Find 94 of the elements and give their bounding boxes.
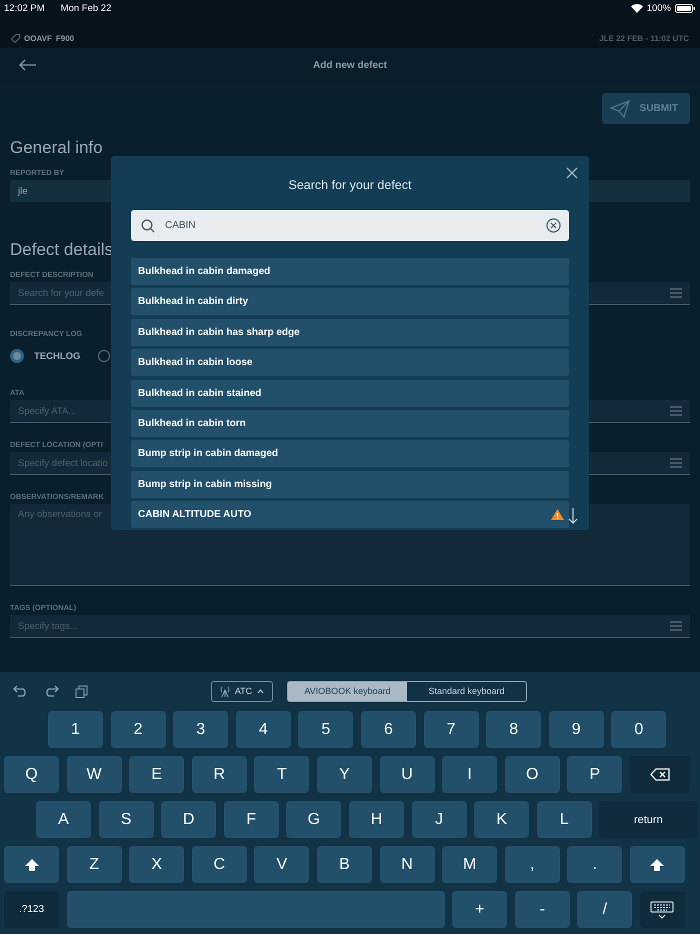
keyboard-key[interactable]: C: [192, 846, 247, 883]
keyboard-key[interactable]: Y: [316, 756, 372, 793]
shift-key[interactable]: [4, 846, 59, 883]
antenna-icon: [220, 686, 230, 696]
keyboard-key[interactable]: 8: [486, 711, 542, 748]
search-result[interactable]: CABIN ALTITUDE AUTO: [131, 501, 569, 528]
keyboard-key[interactable]: D: [161, 801, 216, 838]
keyboard-key[interactable]: 3: [173, 711, 228, 748]
shift-arrow-icon: [649, 858, 666, 872]
status-time: 12:02 PM: [4, 2, 45, 14]
keyboard-key[interactable]: F: [224, 801, 279, 838]
battery-icon: [675, 4, 695, 12]
status-date: Mon Feb 22: [60, 2, 112, 14]
search-field[interactable]: CABIN: [131, 210, 569, 241]
search-result[interactable]: Bulkhead in cabin dirty: [131, 288, 569, 316]
keyboard-key[interactable]: W: [66, 756, 122, 793]
backspace-icon: [650, 768, 670, 781]
menu-icon[interactable]: [670, 621, 682, 631]
keyboard-key[interactable]: K: [474, 801, 530, 838]
caret-icon: [257, 688, 264, 694]
keyboard-key[interactable]: 6: [360, 711, 416, 748]
keyboard-tab[interactable]: AVIOBOOK keyboard: [288, 682, 407, 700]
keyboard-key[interactable]: B: [316, 846, 372, 883]
flight-info: JLE 22 FEB - 11:02 UTC: [599, 34, 689, 42]
aircraft-type: F900: [56, 34, 74, 42]
backspace-key[interactable]: [630, 756, 690, 793]
keyboard-key[interactable]: 2: [110, 711, 166, 748]
section-heading: General info: [10, 138, 103, 158]
keyboard-tab[interactable]: Standard keyboard: [407, 682, 526, 700]
search-result[interactable]: Bulkhead in cabin torn: [131, 410, 569, 437]
keyboard-key[interactable]: Q: [4, 756, 59, 793]
keyboard-key[interactable]: X: [129, 846, 184, 883]
keyboard-key[interactable]: H: [348, 801, 404, 838]
keyboard-key[interactable]: S: [98, 801, 154, 838]
keyboard-key[interactable]: .: [567, 846, 622, 883]
keyboard-key[interactable]: 4: [236, 711, 291, 748]
clear-icon[interactable]: [546, 218, 561, 233]
back-arrow-icon[interactable]: [19, 59, 37, 71]
numbers-key[interactable]: .?123: [4, 891, 59, 928]
keyboard-key[interactable]: ,: [504, 846, 560, 883]
close-icon[interactable]: [566, 167, 578, 179]
atc-dropdown[interactable]: ATC: [211, 680, 273, 702]
keyboard-key[interactable]: 1: [48, 711, 103, 748]
clipboard-icon[interactable]: [75, 684, 88, 698]
keyboard-key[interactable]: N: [380, 846, 435, 883]
wifi-icon: [630, 4, 643, 12]
section-heading: Defect details: [10, 240, 113, 260]
search-result[interactable]: Bump strip in cabin damaged: [131, 440, 569, 468]
menu-icon[interactable]: [670, 406, 682, 416]
search-result[interactable]: Bulkhead in cabin has sharp edge: [131, 318, 569, 346]
dialog-title: Search for your defect: [288, 178, 412, 192]
aircraft-registration: OOAVF: [24, 34, 52, 42]
hide-keyboard-key[interactable]: [640, 891, 685, 928]
shift-key[interactable]: [630, 846, 685, 883]
menu-icon[interactable]: [670, 458, 682, 468]
keyboard-key[interactable]: O: [504, 756, 560, 793]
keyboard-key[interactable]: /: [577, 891, 632, 928]
search-result[interactable]: Bulkhead in cabin loose: [131, 349, 569, 376]
keyboard-key[interactable]: Z: [66, 846, 122, 883]
keyboard-key[interactable]: P: [567, 756, 622, 793]
search-result[interactable]: Bulkhead in cabin damaged: [131, 258, 569, 285]
menu-icon[interactable]: [670, 288, 682, 298]
keyboard-key[interactable]: L: [536, 801, 592, 838]
keyboard-key[interactable]: M: [442, 846, 498, 883]
keyboard-key[interactable]: 9: [548, 711, 604, 748]
keyboard-icon: [650, 900, 674, 918]
keyboard-key[interactable]: I: [442, 756, 498, 793]
keyboard-key[interactable]: -: [514, 891, 570, 928]
redo-icon[interactable]: [44, 685, 59, 697]
page-title: Add new defect: [313, 60, 387, 70]
tag-icon: [11, 34, 20, 42]
keyboard-key[interactable]: 0: [611, 711, 666, 748]
search-result[interactable]: Bump strip in cabin missing: [131, 470, 569, 498]
search-result[interactable]: Bulkhead in cabin stained: [131, 380, 569, 407]
undo-icon[interactable]: [13, 685, 28, 697]
keyboard-key[interactable]: 5: [298, 711, 354, 748]
scroll-down-arrow-icon[interactable]: [568, 508, 578, 524]
keyboard-key[interactable]: E: [129, 756, 184, 793]
keyboard-key[interactable]: G: [286, 801, 342, 838]
keyboard-key[interactable]: 7: [424, 711, 479, 748]
return-key[interactable]: return: [599, 801, 698, 838]
keyboard-key[interactable]: A: [36, 801, 91, 838]
shift-arrow-icon: [24, 858, 40, 872]
keyboard-key[interactable]: U: [380, 756, 435, 793]
radio-option[interactable]: [98, 350, 110, 362]
search-icon: [141, 218, 155, 232]
keyboard-key[interactable]: R: [192, 756, 247, 793]
keyboard-key[interactable]: +: [452, 891, 508, 928]
battery-percent: 100%: [646, 2, 671, 14]
paper-plane-icon: [610, 100, 630, 118]
keyboard-key[interactable]: V: [254, 846, 310, 883]
keyboard-key[interactable]: T: [254, 756, 310, 793]
radio-option[interactable]: TECHLOG: [10, 349, 80, 363]
keyboard-key[interactable]: J: [412, 801, 467, 838]
